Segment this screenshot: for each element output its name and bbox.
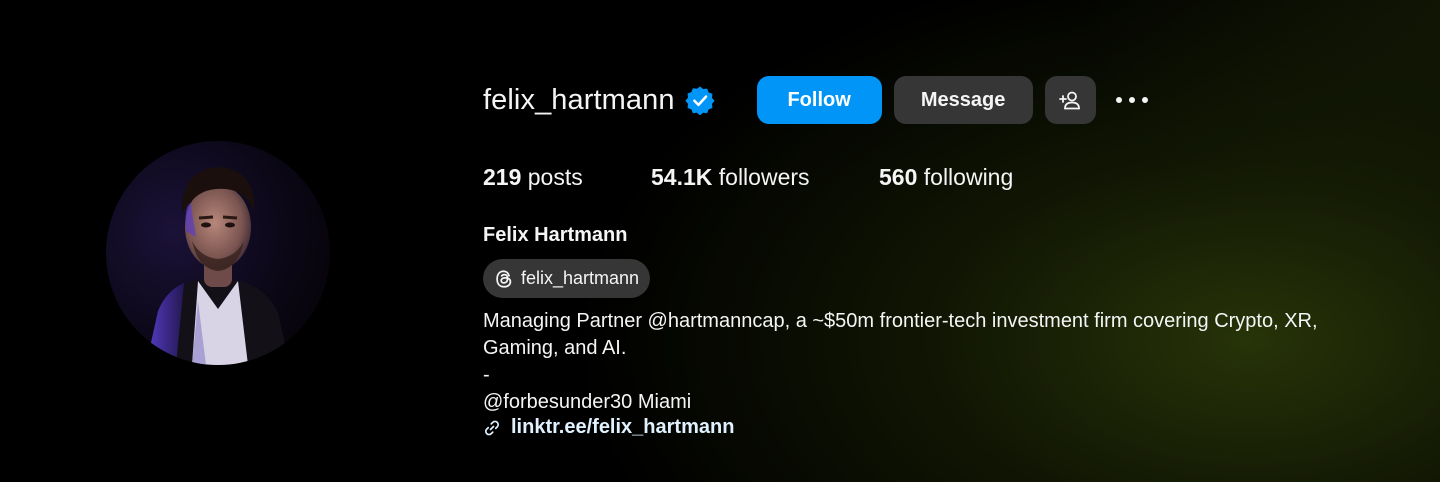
follow-button[interactable]: Follow bbox=[756, 76, 882, 124]
link-icon bbox=[485, 420, 499, 435]
threads-profile-link[interactable]: felix_hartmann bbox=[483, 259, 651, 298]
profile-username: felix_hartmann bbox=[483, 83, 675, 116]
profile-header-row: felix_hartmann Follow Message bbox=[483, 76, 1150, 124]
profile-bio: Managing Partner @hartmanncap, a ~$50m f… bbox=[483, 308, 1423, 416]
message-button[interactable]: Message bbox=[893, 76, 1033, 124]
threads-icon bbox=[496, 269, 512, 288]
followers-label: followers bbox=[712, 164, 810, 190]
external-link-text: linktr.ee/felix_hartmann bbox=[511, 416, 735, 438]
followers-number: 54.1K bbox=[651, 164, 713, 190]
avatar-photo bbox=[106, 141, 330, 365]
profile-avatar[interactable] bbox=[106, 141, 330, 365]
bio-line: Gaming, and AI. bbox=[483, 337, 627, 359]
more-options-icon bbox=[1115, 97, 1148, 103]
posts-label: posts bbox=[521, 164, 583, 190]
profile-stats: 219 posts 54.1K followers 560 following bbox=[483, 164, 1013, 191]
following-link[interactable]: 560 following bbox=[879, 164, 1013, 191]
bio-line: @forbesunder30 Miami bbox=[483, 391, 692, 413]
verified-badge-icon bbox=[685, 85, 715, 116]
profile-external-link[interactable]: linktr.ee/felix_hartmann bbox=[483, 416, 734, 439]
profile-full-name: Felix Hartmann bbox=[483, 224, 628, 246]
posts-count: 219 posts bbox=[483, 164, 651, 191]
suggested-accounts-button[interactable] bbox=[1044, 76, 1096, 124]
threads-handle: felix_hartmann bbox=[521, 268, 640, 288]
more-options-button[interactable] bbox=[1114, 76, 1150, 124]
following-number: 560 bbox=[879, 164, 918, 190]
posts-number: 219 bbox=[483, 164, 522, 190]
person-add-icon bbox=[1059, 91, 1081, 110]
bio-line: Managing Partner @hartmanncap, a ~$50m f… bbox=[483, 310, 1318, 332]
bio-line: - bbox=[483, 364, 490, 386]
following-label: following bbox=[917, 164, 1014, 190]
followers-link[interactable]: 54.1K followers bbox=[651, 164, 879, 191]
